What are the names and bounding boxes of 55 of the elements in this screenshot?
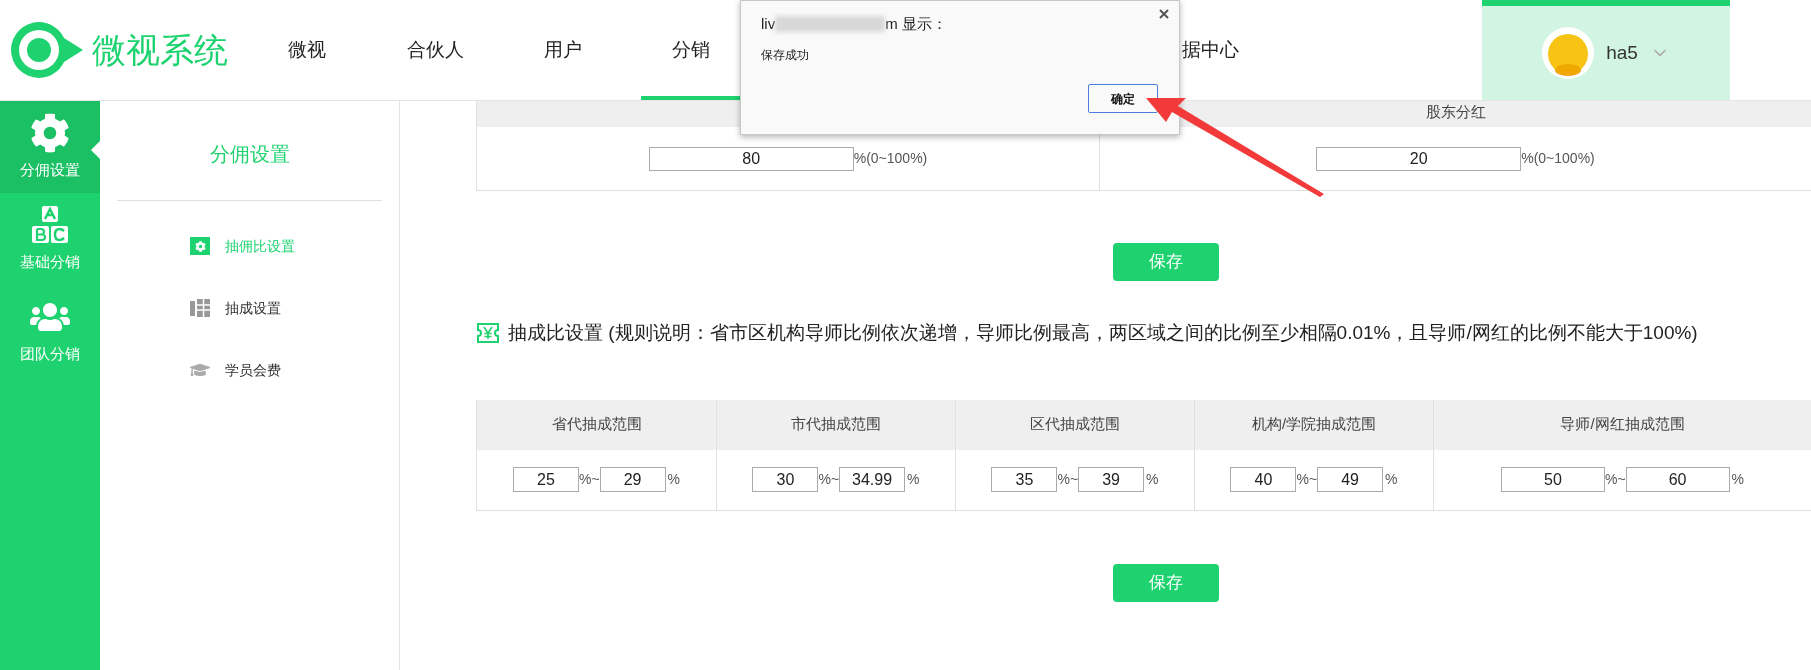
range-separator: %~ — [578, 470, 600, 489]
column-header: 市代抽成范围 — [791, 414, 881, 435]
range-input[interactable]: 40 — [1230, 467, 1297, 492]
range-input[interactable]: 25 — [512, 467, 579, 492]
section-title: 抽成比设置 (规则说明：省市区机构导师比例依次递增，导师比例最高，两区域之间的比例至少相隔0.01%，且导师/网红的比例不能大于100%) — [508, 321, 1698, 345]
column-header: 导师/网红抽成范围 — [1560, 414, 1685, 435]
dialog-message: 保存成功 — [761, 47, 809, 64]
nav-tab[interactable]: 合伙人 — [371, 0, 499, 100]
percent-unit: % — [1385, 470, 1398, 489]
dialog-title: liv — [761, 14, 776, 34]
nav-tab[interactable]: 分销 — [627, 0, 755, 100]
percent-unit: % — [907, 470, 920, 489]
ok-button[interactable]: 确定 — [1088, 84, 1158, 113]
range-hint: %(0~100%) — [853, 149, 928, 168]
percent-input[interactable]: 80 — [648, 146, 854, 171]
submenu-item[interactable]: 抽成设置 — [100, 277, 399, 339]
blocks-icon — [30, 204, 70, 245]
percent-unit: % — [667, 470, 681, 489]
column-header: 省代抽成范围 — [551, 414, 642, 435]
logo-text: 微视系统 — [92, 29, 228, 71]
range-input[interactable]: 29 — [599, 467, 666, 492]
user-panel[interactable]: ha5 — [1482, 0, 1730, 100]
range-input[interactable]: 60 — [1625, 467, 1730, 492]
user-name: ha5 — [1606, 40, 1638, 65]
logo-icon — [10, 21, 84, 79]
range-separator: %~ — [1604, 470, 1626, 489]
graduation-cap-icon — [190, 361, 210, 379]
avatar — [1542, 27, 1595, 79]
gear-icon — [190, 237, 210, 255]
gear-icon — [30, 112, 70, 153]
range-separator: %~ — [818, 470, 840, 489]
range-input[interactable]: 34.99 — [839, 467, 906, 492]
percent-input[interactable]: 20 — [1316, 146, 1522, 171]
grid-icon — [190, 299, 210, 317]
submenu-item[interactable]: 学员会费 — [100, 339, 399, 401]
percent-unit: % — [1731, 470, 1745, 489]
range-separator: %~ — [1296, 470, 1318, 489]
nav-tab[interactable]: 用户 — [499, 0, 627, 100]
range-input[interactable]: 50 — [1500, 467, 1605, 492]
column-header: 区代抽成范围 — [1030, 414, 1120, 435]
range-input[interactable]: 30 — [752, 467, 819, 492]
dialog-title: m 显示： — [885, 14, 947, 34]
range-input[interactable]: 39 — [1078, 467, 1145, 492]
range-input[interactable]: 35 — [991, 467, 1058, 492]
nav-tab[interactable]: 微视 — [243, 0, 371, 100]
range-hint: %(0~100%) — [1521, 149, 1595, 168]
ticket-icon — [476, 322, 500, 345]
active-pointer-icon — [91, 141, 100, 159]
column-header: 机构/学院抽成范围 — [1251, 414, 1377, 435]
range-input[interactable]: 49 — [1317, 467, 1384, 492]
submenu-title: 分佣设置 — [209, 142, 290, 167]
close-icon[interactable] — [1159, 9, 1169, 19]
range-separator: %~ — [1057, 470, 1079, 489]
percent-unit: % — [1146, 470, 1159, 489]
column-header: 股东分红 — [1425, 101, 1486, 122]
